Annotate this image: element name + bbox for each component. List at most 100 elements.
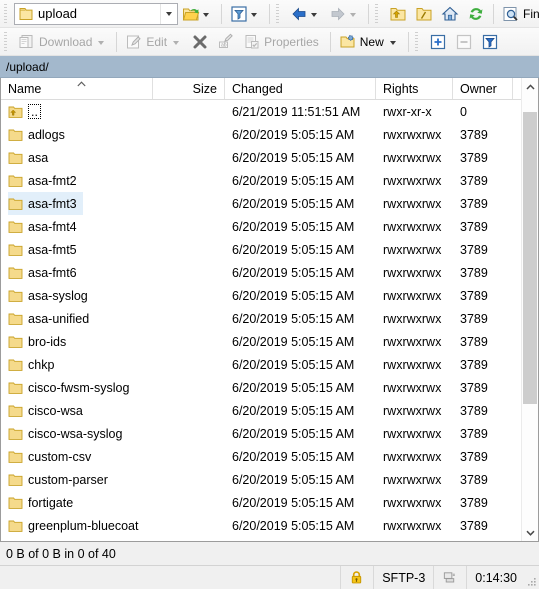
nav-toolbar-grip[interactable] (276, 3, 283, 24)
column-header-name[interactable]: Name (1, 78, 153, 99)
table-row[interactable]: custom-parser 6/20/2019 5:05:15 AM rwxrwxr… (1, 468, 521, 491)
table-row[interactable]: asa-fmt6 6/20/2019 5:05:15 AM rwxrwxrwx 378… (1, 261, 521, 284)
root-directory-button[interactable] (411, 3, 437, 25)
table-row[interactable]: cisco-fwsm-syslog 6/20/2019 5:05:15 AM rwx… (1, 376, 521, 399)
toolbar-grip[interactable] (4, 3, 11, 24)
cell-changed: 6/20/2019 5:05:15 AM (225, 266, 376, 280)
table-row[interactable]: bro-ids 6/20/2019 5:05:15 AM rwxrwxrwx 3789 (1, 330, 521, 353)
file-name-cell[interactable]: asa-fmt4 (8, 215, 83, 238)
column-header-rights[interactable]: Rights (376, 78, 453, 99)
table-row[interactable]: .. 6/21/2019 11:51:51 AM rwxr-xr-x 0 (1, 100, 521, 123)
table-row[interactable]: asa-fmt4 6/20/2019 5:05:15 AM rwxrwxrwx 378… (1, 215, 521, 238)
add-button[interactable] (425, 31, 451, 53)
file-name-cell[interactable]: cisco-wsa (8, 399, 89, 422)
table-row[interactable]: fortigate 6/20/2019 5:05:15 AM rwxrwxrwx 37… (1, 491, 521, 514)
file-name-cell[interactable]: cisco-wsa-syslog (8, 422, 128, 445)
file-name-cell[interactable]: asa-syslog (8, 284, 94, 307)
column-header-owner[interactable]: Owner (453, 78, 513, 99)
properties-button[interactable]: Properties (239, 31, 326, 53)
column-header-size[interactable]: Size (153, 78, 225, 99)
remote-path-combo[interactable]: upload (14, 2, 178, 25)
table-row[interactable]: cisco-wsa 6/20/2019 5:05:15 AM rwxrwxrwx 37… (1, 399, 521, 422)
file-name-cell[interactable]: asa-fmt3 (8, 192, 83, 215)
remove-button[interactable] (451, 31, 477, 53)
cell-owner: 3789 (453, 519, 513, 533)
table-row[interactable]: greenplum-bluecoat 6/20/2019 5:05:15 AM rw… (1, 514, 521, 537)
cell-rights-label: rwxrwxrwx (383, 173, 442, 188)
file-name-cell[interactable]: cisco-fwsm-syslog (8, 376, 135, 399)
table-row[interactable]: asa-fmt2 6/20/2019 5:05:15 AM rwxrwxrwx 378… (1, 169, 521, 192)
dir-toolbar-grip[interactable] (375, 3, 382, 24)
folder-icon (8, 382, 23, 394)
vertical-scrollbar[interactable] (521, 78, 538, 541)
table-row[interactable]: asa-syslog 6/20/2019 5:05:15 AM rwxrwxrwx 3… (1, 284, 521, 307)
open-directory-button[interactable] (178, 3, 217, 25)
column-header-changed[interactable]: Changed (225, 78, 376, 99)
select-toolbar-grip[interactable] (414, 31, 422, 52)
security-cell[interactable] (340, 566, 373, 589)
path-dropdown-arrow[interactable] (160, 3, 177, 24)
file-name-cell[interactable]: asa-fmt6 (8, 261, 83, 284)
parent-directory-button[interactable] (385, 3, 411, 25)
folder-up-icon (389, 5, 407, 23)
scroll-thumb[interactable] (523, 112, 537, 404)
forward-button[interactable] (325, 3, 364, 25)
scroll-down-button[interactable] (522, 524, 538, 541)
file-name-cell[interactable]: asa-fmt5 (8, 238, 83, 261)
table-row[interactable]: asa-fmt3 6/20/2019 5:05:15 AM rwxrwxrwx 378… (1, 192, 521, 215)
new-button[interactable]: New (335, 31, 404, 53)
table-row[interactable]: isa-splunk6/20/2019 5:05:15 AMrwxrwxrwx3… (1, 537, 521, 541)
refresh-button[interactable] (463, 3, 489, 25)
cell-rights-label: rwxrwxrwx (383, 127, 442, 142)
cell-changed: 6/20/2019 5:05:15 AM (225, 312, 376, 326)
file-name-cell[interactable]: asa-unified (8, 307, 95, 330)
file-name-cell[interactable]: fortigate (8, 491, 79, 514)
cell-owner: 3789 (453, 197, 513, 211)
file-name-cell[interactable]: .. (8, 100, 47, 123)
table-row[interactable]: asa-fmt5 6/20/2019 5:05:15 AM rwxrwxrwx 378… (1, 238, 521, 261)
delete-button[interactable] (187, 31, 213, 53)
file-name-cell[interactable]: asa (8, 146, 54, 169)
table-row[interactable]: adlogs 6/20/2019 5:05:15 AM rwxrwxrwx 3789 (1, 123, 521, 146)
back-button[interactable] (286, 3, 325, 25)
download-button[interactable]: Download (14, 31, 112, 53)
file-grid[interactable]: Name Size Changed Rights Owner .. 6/21/2019 1… (1, 78, 521, 541)
cell-changed-label: 6/20/2019 5:05:15 AM (232, 449, 355, 464)
edit-button[interactable]: Edit (121, 31, 187, 53)
file-name-cell[interactable]: chkp (8, 353, 60, 376)
select-mask-button[interactable] (477, 31, 503, 53)
scroll-up-button[interactable] (522, 78, 538, 95)
filter-button[interactable] (226, 3, 265, 25)
cell-owner-label: 3789 (460, 495, 488, 510)
folder-root-icon (415, 5, 433, 23)
file-name-cell[interactable]: custom-parser (8, 468, 114, 491)
resize-grip[interactable] (525, 566, 539, 589)
home-directory-button[interactable] (437, 3, 463, 25)
file-name-cell[interactable]: custom-csv (8, 445, 97, 468)
file-name-cell[interactable]: greenplum-bluecoat (8, 514, 145, 537)
current-path-bar[interactable]: /upload/ (0, 56, 539, 78)
delete-x-icon (191, 33, 209, 51)
cell-rights-label: rwxrwxrwx (383, 403, 442, 418)
table-row[interactable]: asa 6/20/2019 5:05:15 AM rwxrwxrwx 3789 (1, 146, 521, 169)
file-name-cell[interactable]: isa-splunk (8, 537, 90, 541)
protocol-cell[interactable]: SFTP-3 (373, 566, 433, 589)
file-toolbar-grip[interactable] (4, 31, 11, 52)
scroll-track[interactable] (522, 95, 538, 524)
file-actions-toolbar: Download Edit ab Properties New (0, 28, 539, 56)
table-row[interactable]: cisco-wsa-syslog 6/20/2019 5:05:15 AM rwxr… (1, 422, 521, 445)
file-name-cell[interactable]: asa-fmt2 (8, 169, 83, 192)
table-row[interactable]: chkp 6/20/2019 5:05:15 AM rwxrwxrwx 3789 (1, 353, 521, 376)
folder-icon (8, 451, 23, 463)
file-name-cell[interactable]: adlogs (8, 123, 71, 146)
folder-icon (8, 129, 23, 141)
table-row[interactable]: asa-unified 6/20/2019 5:05:15 AM rwxrwxrwx… (1, 307, 521, 330)
rename-button[interactable]: ab (213, 31, 239, 53)
cell-owner-label: 3789 (460, 380, 488, 395)
cell-rights-label: rwxrwxrwx (383, 334, 442, 349)
queue-cell[interactable] (433, 566, 466, 589)
file-name-cell[interactable]: bro-ids (8, 330, 72, 353)
find-files-button[interactable]: Find Files (498, 3, 539, 25)
table-row[interactable]: custom-csv 6/20/2019 5:05:15 AM rwxrwxrwx 3… (1, 445, 521, 468)
queue-icon (442, 570, 458, 586)
